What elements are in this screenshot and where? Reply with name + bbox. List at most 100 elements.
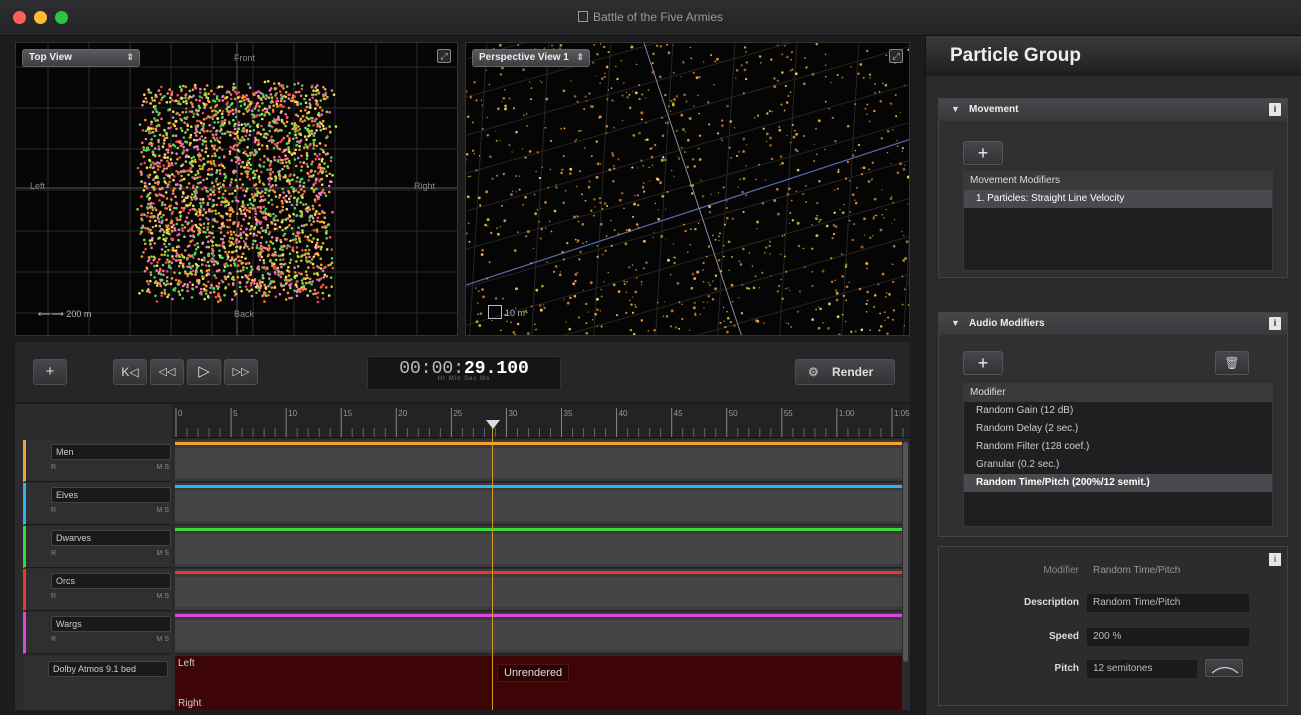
modifier-inspector: i Modifier Random Time/Pitch Description… <box>938 546 1288 706</box>
timeline-scrollbar[interactable] <box>903 442 908 662</box>
scale-indicator: 10 m <box>488 305 525 319</box>
mute-solo-buttons[interactable]: M S <box>157 593 169 600</box>
mute-solo-buttons[interactable]: M S <box>157 464 169 471</box>
select-arrows-icon: ⇕ <box>126 52 134 62</box>
list-item[interactable]: Random Gain (12 dB) <box>964 402 1272 420</box>
track-name[interactable]: Men <box>51 444 171 460</box>
top-view-canvas[interactable] <box>16 43 458 336</box>
back-label: Back <box>234 309 255 319</box>
play-button[interactable]: ▷ <box>187 359 221 385</box>
track-color-line <box>175 614 902 617</box>
disclosure-triangle-icon[interactable]: ▼ <box>951 318 960 328</box>
axis-line <box>643 43 742 335</box>
rewind-button[interactable]: ◁◁ <box>150 359 184 385</box>
track-lane[interactable] <box>175 526 902 568</box>
top-view-viewport[interactable]: Top View ⇕ ⤢ Front Back Left Right ⟵⟶ 200… <box>15 42 458 336</box>
movement-section: ▼ Movement i + Movement Modifiers 1. Parti… <box>938 98 1288 278</box>
right-label: Right <box>414 181 436 191</box>
track-region[interactable] <box>175 577 902 607</box>
list-item[interactable]: Granular (0.2 sec.) <box>964 456 1272 474</box>
list-item[interactable]: Random Filter (128 coef.) <box>964 438 1272 456</box>
add-movement-button[interactable]: + <box>963 141 1003 165</box>
info-icon[interactable]: i <box>1269 553 1281 566</box>
track-name[interactable]: Dwarves <box>51 530 171 546</box>
track-header: Orcs R M S <box>23 569 171 611</box>
bed-left-label: Left <box>178 658 195 669</box>
list-item[interactable]: Random Delay (2 sec.) <box>964 420 1272 438</box>
track-lane[interactable] <box>175 569 902 611</box>
track-lane[interactable] <box>175 440 902 482</box>
mute-solo-buttons[interactable]: M S <box>157 507 169 514</box>
pitch-field[interactable]: 12 semitones <box>1087 660 1197 678</box>
front-label: Front <box>234 53 256 63</box>
list-header: Movement Modifiers <box>964 172 1272 190</box>
unrendered-status: Unrendered <box>497 664 570 682</box>
track-region[interactable] <box>175 491 902 521</box>
track-color-line <box>175 528 902 531</box>
mute-solo-buttons[interactable]: M S <box>157 636 169 643</box>
playhead[interactable] <box>492 422 493 710</box>
window-title: Battle of the Five Armies <box>0 10 1301 24</box>
movement-header[interactable]: ▼ Movement i <box>939 99 1287 121</box>
mute-solo-buttons[interactable]: M S <box>157 550 169 557</box>
ruler-tick-label: 1:05 <box>894 409 910 418</box>
add-track-button[interactable]: + <box>33 359 67 385</box>
track-name[interactable]: Orcs <box>51 573 171 589</box>
description-field[interactable]: Random Time/Pitch <box>1087 594 1249 612</box>
curve-icon <box>1211 666 1239 674</box>
bed-track-name[interactable]: Dolby Atmos 9.1 bed <box>48 661 168 677</box>
list-item[interactable]: Random Time/Pitch (200%/12 semit.) <box>964 474 1272 492</box>
expand-icon[interactable]: ⤢ <box>437 49 451 63</box>
skip-to-start-button[interactable]: K◁ <box>113 359 147 385</box>
track-controls: RM S <box>51 464 171 476</box>
ruler-tick-label: 5 <box>233 409 238 418</box>
ruler-tick-label: 55 <box>784 409 793 418</box>
add-audio-modifier-button[interactable]: + <box>963 351 1003 375</box>
scale-indicator: ⟵⟶ 200 m <box>38 309 92 319</box>
info-icon[interactable]: i <box>1269 103 1281 116</box>
audio-modifiers-section: ▼ Audio Modifiers i + 🗑 Modifier Random Ga… <box>938 312 1288 537</box>
ruler-tick-label: 15 <box>343 409 352 418</box>
track-lane[interactable] <box>175 612 902 654</box>
ruler-tick-label: 1:00 <box>839 409 855 418</box>
track-name[interactable]: Elves <box>51 487 171 503</box>
track-region[interactable] <box>175 620 902 650</box>
bed-track-lane[interactable]: Left Right Unrendered <box>175 656 902 710</box>
track-lane[interactable] <box>175 483 902 525</box>
audio-modifiers-header[interactable]: ▼ Audio Modifiers i <box>939 313 1287 335</box>
track-color-line <box>175 571 902 574</box>
audio-modifiers-list: Modifier Random Gain (12 dB) Random Delay… <box>963 383 1273 527</box>
transport-bar: + K◁ ◁◁ ▷ ▷▷ 00:00:29.100 Hr Min Sec Ms … <box>15 342 910 402</box>
perspective-viewport[interactable]: Perspective View 1 ⇕ ⤢ 10 m <box>465 42 910 336</box>
record-toggle[interactable]: R <box>51 507 56 514</box>
ruler-tick-label: 30 <box>508 409 517 418</box>
view-select-top[interactable]: Top View ⇕ <box>22 49 140 67</box>
record-toggle[interactable]: R <box>51 636 56 643</box>
fast-forward-button[interactable]: ▷▷ <box>224 359 258 385</box>
playhead-handle-icon[interactable] <box>486 420 500 429</box>
track-header: Wargs R M S <box>23 612 171 654</box>
modifier-value: Random Time/Pitch <box>1093 565 1181 576</box>
track-color-line <box>175 442 902 445</box>
render-button[interactable]: ⚙ Render <box>795 359 895 385</box>
perspective-canvas[interactable] <box>466 43 910 336</box>
expand-icon[interactable]: ⤢ <box>889 49 903 63</box>
list-item[interactable]: 1. Particles: Straight Line Velocity <box>964 190 1272 208</box>
record-toggle[interactable]: R <box>51 550 56 557</box>
record-toggle[interactable]: R <box>51 593 56 600</box>
bed-track-header: Dolby Atmos 9.1 bed <box>23 656 171 710</box>
info-icon[interactable]: i <box>1269 317 1281 330</box>
view-select-perspective[interactable]: Perspective View 1 ⇕ <box>472 49 590 67</box>
track-region[interactable] <box>175 448 902 478</box>
track-name[interactable]: Wargs <box>51 616 171 632</box>
app-window: Battle of the Five Armies Top View ⇕ ⤢ Fr… <box>0 0 1301 715</box>
pitch-curve-button[interactable] <box>1205 659 1243 677</box>
track-region[interactable] <box>175 534 902 564</box>
disclosure-triangle-icon[interactable]: ▼ <box>951 104 960 114</box>
timeline-ruler[interactable]: 0 5 10 15 20 25 30 35 40 45 50 55 1:00 1:05 <box>172 404 910 438</box>
trash-icon[interactable]: 🗑 <box>1215 351 1249 375</box>
ruler-tick-label: 50 <box>729 409 738 418</box>
speed-field[interactable]: 200 % <box>1087 628 1249 646</box>
record-toggle[interactable]: R <box>51 464 56 471</box>
gear-icon: ⚙ <box>808 365 819 379</box>
